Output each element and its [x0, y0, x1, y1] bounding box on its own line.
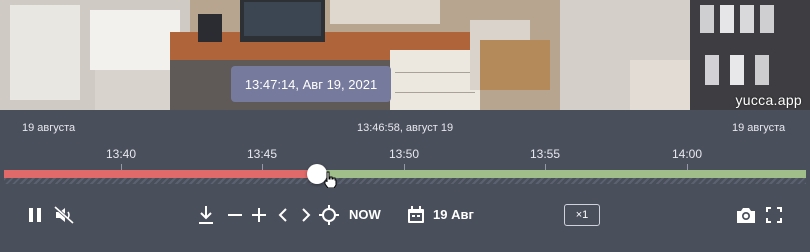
- timeline-current-datetime: 13:46:58, август 19: [357, 122, 454, 134]
- cardboard-box: [480, 40, 550, 90]
- plus-icon: [252, 208, 266, 222]
- now-label[interactable]: NOW: [349, 207, 381, 222]
- timeline-hatch-track: [4, 178, 806, 184]
- now-button[interactable]: [318, 204, 340, 226]
- payment-terminal: [198, 14, 222, 42]
- download-button[interactable]: [196, 204, 216, 226]
- chevron-left-icon: [278, 208, 287, 222]
- timeline-start-date: 19 августа: [22, 122, 76, 134]
- timeline[interactable]: 19 августа 13:46:58, август 19 19 август…: [0, 110, 810, 189]
- next-button[interactable]: [299, 205, 313, 225]
- timeline-played-segment[interactable]: [4, 170, 318, 178]
- bottle: [730, 55, 744, 85]
- paper-stack: [90, 10, 180, 70]
- previous-button[interactable]: [276, 205, 290, 225]
- chevron-right-icon: [302, 208, 311, 222]
- camera-icon: [737, 208, 755, 223]
- playback-speed-button[interactable]: ×1: [564, 204, 600, 226]
- bottle: [720, 5, 734, 33]
- timeline-end-date: 19 августа: [732, 122, 786, 134]
- download-icon: [199, 206, 213, 224]
- desk-items: [330, 0, 440, 24]
- crosshair-icon: [319, 205, 339, 225]
- plastic-bag: [630, 60, 690, 110]
- pause-button[interactable]: [25, 205, 45, 225]
- drawer-cabinet: [390, 50, 480, 110]
- bottle: [705, 55, 719, 85]
- snapshot-button[interactable]: [735, 204, 757, 226]
- fullscreen-icon: [766, 207, 782, 223]
- tick-label: 13:50: [388, 147, 420, 161]
- hand-cursor-icon: [324, 171, 337, 189]
- zoom-in-button[interactable]: [250, 205, 268, 225]
- timeline-remaining-segment[interactable]: [318, 170, 806, 178]
- calendar-icon: [408, 206, 424, 223]
- tick-label: 14:00: [671, 147, 703, 161]
- laptop-screen: [244, 2, 321, 36]
- mute-button[interactable]: [53, 204, 75, 226]
- hover-time-tooltip: 13:47:14, Авг 19, 2021: [231, 66, 391, 102]
- calendar-button[interactable]: [406, 204, 426, 226]
- camera-video-frame[interactable]: yucca.app: [0, 0, 810, 110]
- video-player: yucca.app 13:47:14, Авг 19, 2021 19 авгу…: [0, 0, 810, 252]
- tick-label: 13:40: [105, 147, 137, 161]
- minus-icon: [228, 214, 242, 216]
- bottle: [755, 55, 769, 85]
- drawer-line: [395, 92, 475, 93]
- paper-stack: [10, 5, 80, 100]
- drawer-line: [395, 72, 475, 73]
- bottle: [740, 5, 754, 33]
- tick-label: 13:45: [246, 147, 278, 161]
- watermark: yucca.app: [735, 92, 802, 108]
- zoom-out-button[interactable]: [226, 205, 244, 225]
- bottle: [700, 5, 714, 33]
- volume-muted-icon: [54, 206, 74, 224]
- paper-stack: [95, 70, 180, 110]
- control-bar: NOW 19 Авг ×1: [0, 188, 810, 252]
- pause-icon: [29, 208, 41, 222]
- bottle: [760, 5, 774, 33]
- fullscreen-button[interactable]: [764, 205, 784, 225]
- tick-label: 13:55: [529, 147, 561, 161]
- date-label[interactable]: 19 Авг: [433, 207, 474, 222]
